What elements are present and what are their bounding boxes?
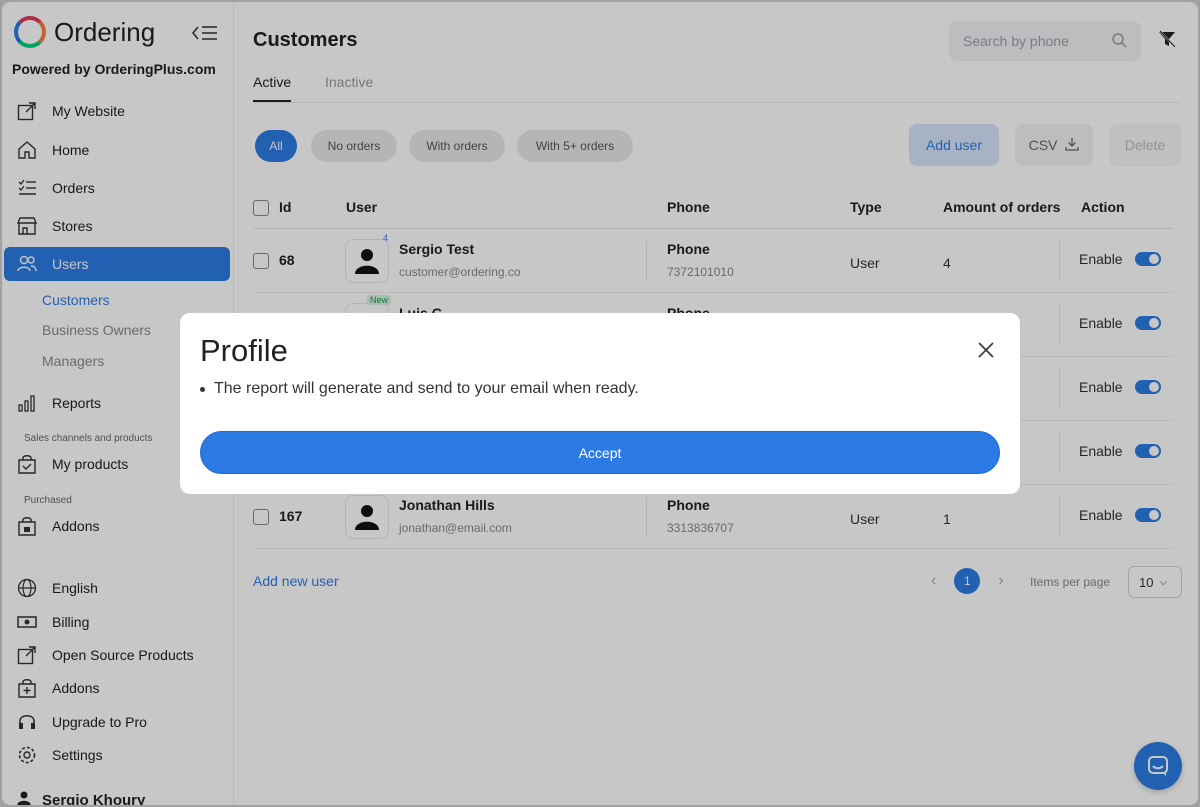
modal-title: Profile bbox=[200, 333, 288, 368]
modal-message: The report will generate and send to you… bbox=[200, 380, 639, 397]
close-icon[interactable] bbox=[975, 339, 997, 361]
accept-button[interactable]: Accept bbox=[200, 431, 1000, 474]
profile-modal: Profile The report will generate and sen… bbox=[180, 313, 1020, 494]
